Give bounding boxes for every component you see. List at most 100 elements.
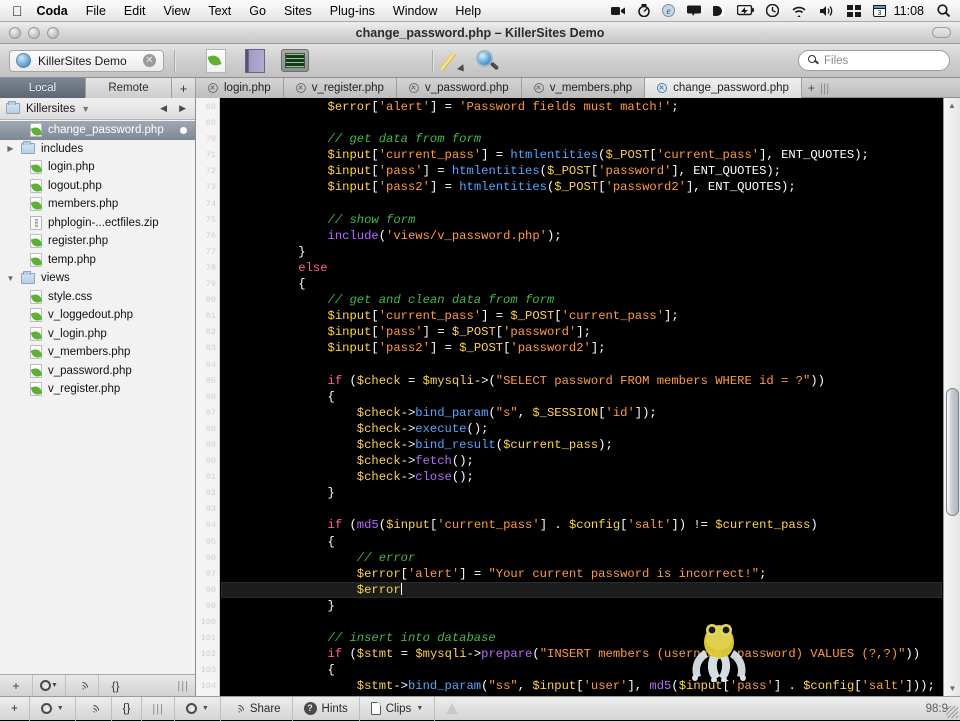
- add-file-button[interactable]: +: [0, 674, 33, 697]
- code-line[interactable]: $input['pass2'] = htmlentities($_POST['p…: [221, 179, 942, 195]
- close-icon[interactable]: [408, 83, 419, 93]
- scrollbar-thumb[interactable]: [946, 388, 959, 516]
- code-line[interactable]: $check->bind_param("s", $_SESSION['id'])…: [221, 405, 942, 421]
- clear-site-icon[interactable]: ✕: [143, 54, 156, 67]
- code-line[interactable]: $check->fetch();: [221, 453, 942, 469]
- battery-icon[interactable]: [731, 5, 760, 16]
- code-line[interactable]: $input['pass'] = htmlentities($_POST['pa…: [221, 163, 942, 179]
- code-line[interactable]: $stmt->bind_param("ss", $input['user'], …: [221, 678, 942, 694]
- file-list-item[interactable]: logout.php: [0, 177, 195, 196]
- close-icon[interactable]: [533, 83, 544, 93]
- settings-gear-button[interactable]: ▼: [33, 674, 66, 697]
- code-line[interactable]: // show form: [221, 212, 942, 228]
- split-grip-icon[interactable]: |||: [820, 81, 829, 95]
- file-list-item[interactable]: v_members.php: [0, 343, 195, 362]
- file-list-item[interactable]: change_password.php: [0, 121, 195, 140]
- little-snitch-icon[interactable]: e: [656, 4, 681, 17]
- chat-bubble-icon[interactable]: [681, 5, 707, 17]
- file-list-item[interactable]: ▼ views: [0, 269, 195, 288]
- apple-logo-icon[interactable]: : [0, 4, 34, 18]
- file-list-item[interactable]: v_login.php: [0, 325, 195, 344]
- share-button[interactable]: Share: [221, 696, 293, 721]
- dropbox-icon[interactable]: [707, 5, 731, 17]
- code-line[interactable]: // insert into database: [221, 630, 942, 646]
- menu-item-edit[interactable]: Edit: [115, 4, 155, 18]
- code-line[interactable]: [221, 501, 942, 517]
- code-line[interactable]: // error: [221, 550, 942, 566]
- volume-icon[interactable]: [813, 5, 841, 17]
- editor-pane-grip[interactable]: |||: [142, 703, 174, 715]
- code-line[interactable]: $check->bind_result($current_pass);: [221, 437, 942, 453]
- menu-item-plugins[interactable]: Plug-ins: [321, 4, 384, 18]
- gear-menu-button[interactable]: ▼: [30, 696, 76, 721]
- file-tab[interactable]: login.php: [196, 78, 284, 98]
- tab-local[interactable]: Local: [0, 78, 86, 98]
- disclosure-right-icon[interactable]: ▶: [6, 144, 15, 153]
- code-line[interactable]: {: [221, 389, 942, 405]
- file-list-item[interactable]: temp.php: [0, 251, 195, 270]
- tab-remote[interactable]: Remote: [86, 78, 172, 98]
- file-list-item[interactable]: register.php: [0, 232, 195, 251]
- time-machine-icon[interactable]: [760, 4, 785, 17]
- site-selector[interactable]: KillerSites Demo ✕: [9, 49, 164, 72]
- menu-item-coda[interactable]: Coda: [34, 4, 77, 18]
- edit-file-icon[interactable]: [203, 48, 229, 73]
- publish-button[interactable]: [76, 696, 112, 721]
- scroll-down-arrow-icon[interactable]: ▼: [944, 681, 960, 696]
- book-icon[interactable]: [242, 48, 268, 73]
- publish-button[interactable]: [66, 674, 99, 697]
- menu-item-help[interactable]: Help: [446, 4, 490, 18]
- file-search-input[interactable]: Files: [798, 50, 950, 71]
- close-button[interactable]: [9, 26, 21, 39]
- code-braces-button[interactable]: {}: [99, 675, 132, 697]
- close-icon[interactable]: [657, 83, 668, 93]
- code-line[interactable]: include('views/v_password.php');: [221, 228, 942, 244]
- timer-icon[interactable]: [632, 4, 656, 17]
- menu-item-file[interactable]: File: [77, 4, 115, 18]
- close-icon[interactable]: [208, 83, 218, 93]
- code-braces-button[interactable]: {}: [112, 696, 143, 721]
- file-tab[interactable]: v_register.php: [283, 78, 397, 98]
- file-list-item[interactable]: phplogin-...ectfiles.zip: [0, 214, 195, 233]
- search-icon[interactable]: [931, 4, 960, 17]
- code-line[interactable]: $check->execute();: [221, 421, 942, 437]
- add-sidebar-tab-button[interactable]: +: [172, 78, 196, 98]
- scroll-up-arrow-icon[interactable]: ▲: [944, 98, 960, 113]
- app-switcher-icon[interactable]: [841, 4, 867, 17]
- file-list-item[interactable]: v_register.php: [0, 380, 195, 399]
- forward-arrow-icon[interactable]: ▶: [176, 103, 189, 114]
- code-line[interactable]: if ($stmt = $mysqli->prepare("INSERT mem…: [221, 646, 942, 662]
- code-line[interactable]: }: [221, 598, 942, 614]
- add-button[interactable]: +: [0, 696, 30, 721]
- file-list-item[interactable]: login.php: [0, 158, 195, 177]
- code-line[interactable]: $input['current_pass'] = $_POST['current…: [221, 308, 942, 324]
- code-line[interactable]: $input['pass'] = $_POST['password'];: [221, 324, 942, 340]
- code-line[interactable]: {: [221, 276, 942, 292]
- menu-item-go[interactable]: Go: [240, 4, 275, 18]
- code-line[interactable]: }: [221, 485, 942, 501]
- close-icon[interactable]: [295, 83, 306, 93]
- code-text-area[interactable]: $error['alert'] = 'Password fields must …: [221, 98, 942, 696]
- code-line[interactable]: else: [221, 260, 942, 276]
- code-line[interactable]: $input['pass2'] = $_POST['password2'];: [221, 340, 942, 356]
- code-line[interactable]: }: [221, 244, 942, 260]
- sidebar-resize-grip[interactable]: |||: [177, 680, 195, 692]
- file-list-item[interactable]: members.php: [0, 195, 195, 214]
- menu-item-window[interactable]: Window: [384, 4, 446, 18]
- file-list-item[interactable]: v_loggedout.php: [0, 306, 195, 325]
- file-list-item[interactable]: v_password.php: [0, 362, 195, 381]
- code-line[interactable]: $error: [221, 581, 942, 598]
- code-line[interactable]: if ($check = $mysqli->("SELECT password …: [221, 373, 942, 389]
- code-line[interactable]: // get data from form: [221, 131, 942, 147]
- clips-button[interactable]: Clips ▼: [360, 696, 436, 721]
- file-list-item[interactable]: style.css: [0, 288, 195, 307]
- code-line[interactable]: $check->close();: [221, 469, 942, 485]
- editor-scrollbar[interactable]: ▲ ▼: [943, 98, 960, 696]
- file-tab[interactable]: v_password.php: [396, 78, 522, 98]
- preview-magnifier-icon[interactable]: [475, 49, 501, 73]
- sidebar-root-label[interactable]: Killersites: [26, 103, 75, 115]
- code-line[interactable]: {: [221, 534, 942, 550]
- screen-record-icon[interactable]: [605, 5, 632, 17]
- file-tab[interactable]: change_password.php: [645, 78, 802, 98]
- pencil-edit-icon[interactable]: [439, 49, 467, 74]
